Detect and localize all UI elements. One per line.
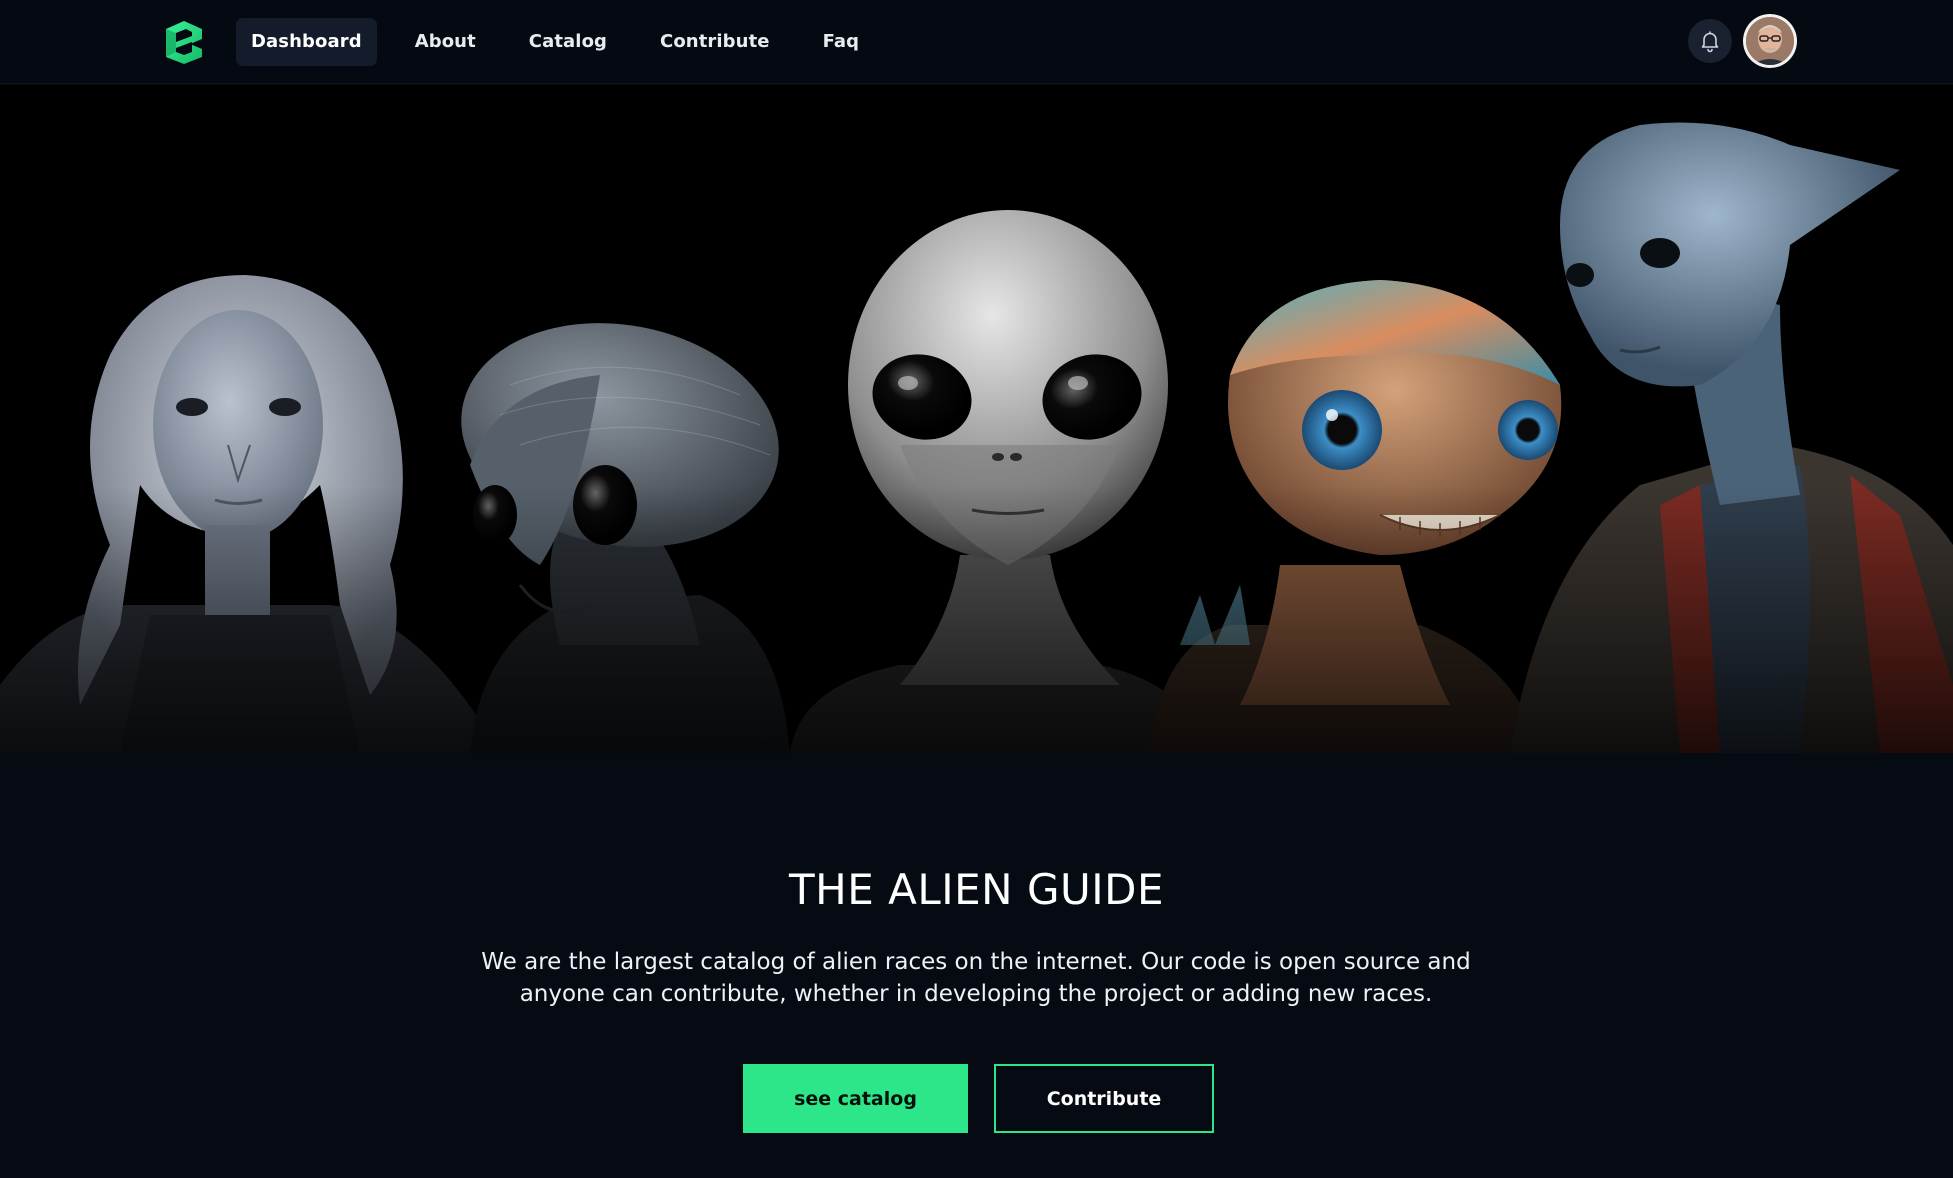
main-nav: Dashboard About Catalog Contribute Faq xyxy=(236,18,897,66)
bell-icon xyxy=(1701,31,1719,53)
brand-logo-icon[interactable] xyxy=(162,19,206,65)
see-catalog-button[interactable]: see catalog xyxy=(743,1064,968,1133)
top-navbar: Dashboard About Catalog Contribute Faq xyxy=(0,0,1953,84)
nav-link-catalog[interactable]: Catalog xyxy=(514,18,622,66)
nav-link-contribute[interactable]: Contribute xyxy=(645,18,785,66)
user-avatar[interactable] xyxy=(1743,14,1797,68)
avatar-image xyxy=(1746,17,1794,65)
page-title: THE ALIEN GUIDE xyxy=(789,865,1164,914)
hero-image-alien-lineup xyxy=(0,85,1953,753)
hero-content: THE ALIEN GUIDE We are the largest catal… xyxy=(0,753,1953,1178)
nav-link-about[interactable]: About xyxy=(400,18,491,66)
nav-link-faq[interactable]: Faq xyxy=(808,18,875,66)
nav-link-dashboard[interactable]: Dashboard xyxy=(236,18,377,66)
notifications-button[interactable] xyxy=(1688,19,1732,63)
contribute-button[interactable]: Contribute xyxy=(994,1064,1214,1133)
site-description: We are the largest catalog of alien race… xyxy=(481,949,1471,1007)
